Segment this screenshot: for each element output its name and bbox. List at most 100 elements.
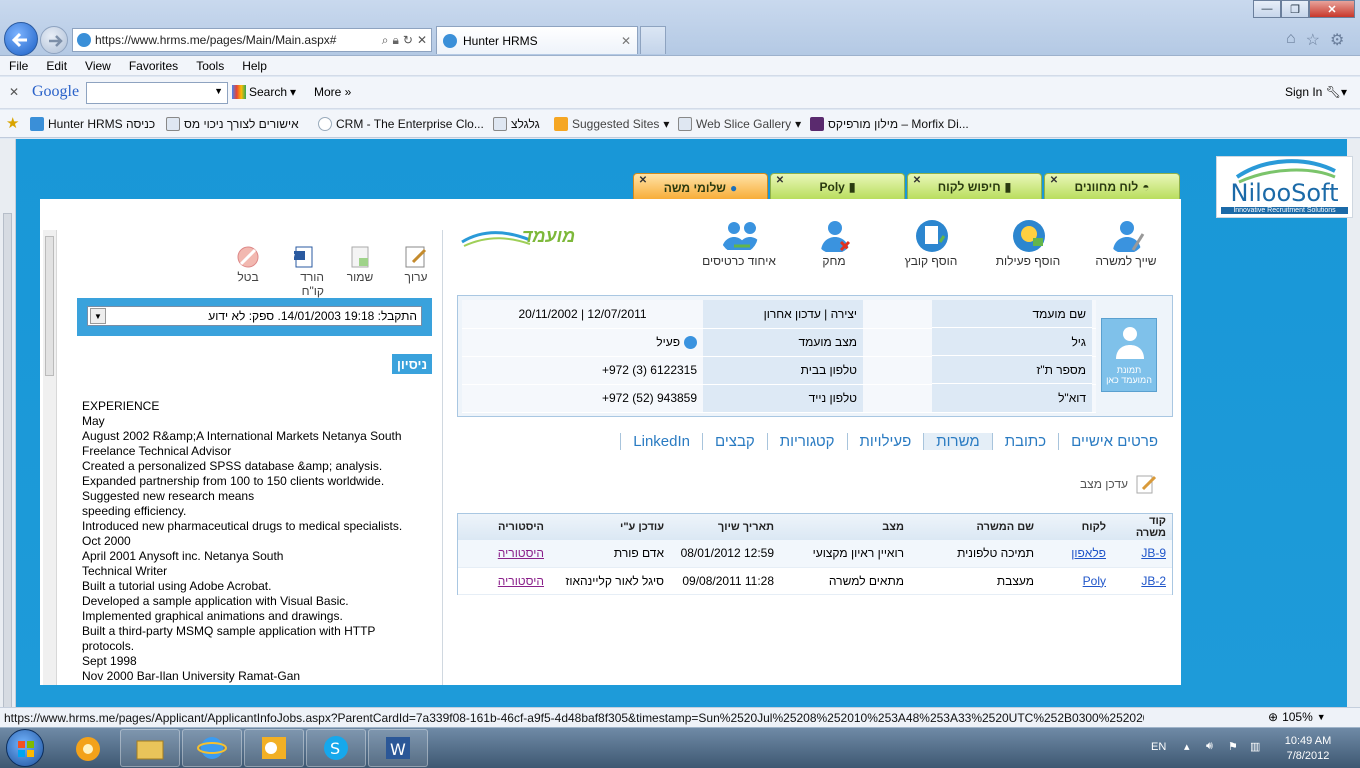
tab-files[interactable]: קבצים	[702, 432, 767, 450]
tab-address[interactable]: כתובת	[991, 432, 1058, 450]
volume-icon[interactable]: 🔊︎	[1206, 740, 1213, 753]
toolbar-close-icon[interactable]: ✕	[9, 85, 19, 99]
cancel-button[interactable]: בטל	[228, 244, 268, 298]
menu-view[interactable]: View	[76, 59, 120, 73]
page-scrollbar-left[interactable]	[0, 139, 16, 713]
language-indicator[interactable]: EN	[1151, 741, 1166, 753]
close-icon[interactable]: ✕	[621, 34, 631, 48]
new-tab-button[interactable]	[640, 26, 666, 54]
job-code-link[interactable]: JB-9	[1112, 540, 1172, 568]
network-icon[interactable]: ▥	[1250, 740, 1260, 753]
dropdown-arrow-icon[interactable]: ▼	[214, 86, 223, 96]
info-label: שם מועמד	[932, 300, 1092, 328]
fav-web-slice-gallery[interactable]: Web Slice Gallery ▾	[678, 116, 801, 132]
tab-dashboard[interactable]: ✕ לוח מחוונים ◓	[1044, 173, 1180, 199]
column-header[interactable]: קוד משרה	[1112, 514, 1172, 540]
sign-in-link[interactable]: Sign In 🔧︎▾	[1285, 85, 1347, 99]
column-header[interactable]: היסטוריה	[458, 514, 550, 540]
favorites-star-icon[interactable]: ★	[6, 114, 19, 132]
back-button[interactable]	[4, 22, 38, 56]
menu-favorites[interactable]: Favorites	[120, 59, 187, 73]
wrench-icon[interactable]: 🔧︎	[1326, 85, 1341, 99]
panel-divider[interactable]	[442, 230, 443, 685]
add-file-button[interactable]: הוסף קובץ	[891, 216, 971, 268]
candidate-photo[interactable]: תמונת המועמד כאן	[1101, 318, 1157, 392]
column-header[interactable]: תאריך שיוך	[670, 514, 780, 540]
dropdown-arrow-icon[interactable]: ▼	[90, 308, 106, 324]
tab-jobs[interactable]: משרות	[923, 432, 992, 450]
gear-icon[interactable]: ⚙	[1330, 30, 1344, 50]
search-icon[interactable]: ⌕	[382, 33, 389, 48]
tab-client-search[interactable]: ✕ חיפוש לקוח ▮	[907, 173, 1042, 199]
merge-cards-button[interactable]: איחוד כרטיסים	[697, 216, 781, 268]
taskbar-ie[interactable]	[182, 729, 242, 767]
flower-app-icon[interactable]	[68, 733, 108, 765]
history-link[interactable]: היסטוריה	[458, 540, 550, 568]
fav-suggested-sites[interactable]: Suggested Sites ▾	[554, 116, 669, 132]
refresh-icon[interactable]: ↻	[403, 33, 413, 47]
update-status-button[interactable]: עדכן מצב	[1080, 473, 1170, 495]
favorites-star-icon[interactable]: ☆	[1306, 30, 1320, 50]
browser-tab[interactable]: Hunter HRMS ✕	[436, 26, 638, 54]
edit-button[interactable]: ערוך	[396, 244, 436, 298]
taskbar-outlook[interactable]	[244, 729, 304, 767]
column-header[interactable]: עודכן ע"י	[550, 514, 670, 540]
fav-crm[interactable]: CRM - The Enterprise Clo...	[318, 116, 484, 132]
job-code-link[interactable]: JB-2	[1112, 567, 1172, 595]
stop-icon[interactable]: ✕	[417, 33, 431, 47]
menu-tools[interactable]: Tools	[187, 59, 233, 73]
taskbar-explorer[interactable]	[120, 729, 180, 767]
close-icon[interactable]: ✕	[1049, 176, 1059, 186]
column-header[interactable]: לקוח	[1040, 514, 1112, 540]
save-button[interactable]: שמור	[340, 244, 380, 298]
clock-date[interactable]: 7/8/2012	[1280, 750, 1336, 762]
home-icon[interactable]: ⌂	[1286, 30, 1296, 50]
fav-morfix[interactable]: מילון מורפיקס – Morfix Di...	[810, 116, 969, 132]
info-label: טלפון נייד	[703, 384, 864, 413]
tab-linkedin[interactable]: LinkedIn	[620, 432, 702, 450]
column-header[interactable]: שם המשרה	[910, 514, 1040, 540]
tray-arrow-icon[interactable]: ▴	[1184, 740, 1190, 753]
start-button[interactable]	[6, 729, 44, 767]
taskbar-word[interactable]: W	[368, 729, 428, 767]
close-icon[interactable]: ✕	[912, 176, 922, 186]
tab-categories[interactable]: קטגוריות	[766, 432, 847, 450]
forward-button[interactable]	[40, 26, 68, 54]
tab-activities[interactable]: פעילויות	[846, 432, 924, 450]
fav-galgalatz[interactable]: גלגלצ	[493, 116, 540, 132]
cv-version-select[interactable]: ▼ התקבל: 19:18 14/01/2003. ספק: לא ידוע	[87, 306, 422, 326]
more-button[interactable]: More »	[314, 85, 351, 99]
client-link[interactable]: פלאפון	[1040, 540, 1112, 568]
maximize-button[interactable]: ❐	[1281, 0, 1309, 18]
page-scrollbar-right[interactable]	[1347, 139, 1360, 707]
tab-personal-details[interactable]: פרטים אישיים	[1058, 432, 1170, 450]
dropdown-arrow-icon[interactable]: ▼	[1317, 712, 1326, 722]
column-header[interactable]: מצב	[780, 514, 910, 540]
download-cv-button[interactable]: W הורד קו"ח	[284, 244, 324, 298]
assign-to-job-button[interactable]: שייך למשרה	[1086, 216, 1166, 268]
menu-file[interactable]: File	[0, 59, 37, 73]
menu-help[interactable]: Help	[233, 59, 276, 73]
taskbar-skype[interactable]: S	[306, 729, 366, 767]
client-link[interactable]: Poly	[1040, 567, 1112, 595]
flag-icon[interactable]: ⚑	[1228, 740, 1238, 753]
left-panel-scrollbar[interactable]	[43, 230, 57, 685]
google-search-button[interactable]: Search ▾	[232, 85, 296, 99]
zoom-control[interactable]: ⊕ 105% ▼	[1268, 709, 1348, 725]
fav-hunter-hrms[interactable]: Hunter HRMS כניסה	[30, 116, 155, 132]
delete-button[interactable]: מחק	[794, 216, 874, 268]
close-icon[interactable]: ✕	[638, 176, 648, 186]
window-close-button[interactable]: ✕	[1309, 0, 1355, 18]
fav-tax-approvals[interactable]: אישורים לצורך ניכוי מס	[166, 116, 299, 132]
info-label: מספר ת"ז	[932, 356, 1092, 384]
tab-poly[interactable]: ✕ Poly ▮	[770, 173, 905, 199]
menu-edit[interactable]: Edit	[37, 59, 76, 73]
history-link[interactable]: היסטוריה	[458, 567, 550, 595]
address-bar[interactable]: https://www.hrms.me/pages/Main/Main.aspx…	[72, 28, 432, 52]
google-search-input[interactable]: ▼	[86, 82, 228, 104]
minimize-button[interactable]: —	[1253, 0, 1281, 18]
tab-candidate-shlomi[interactable]: ✕ שלומי משה ●	[633, 173, 768, 201]
add-activity-button[interactable]: הוסף פעילות	[988, 216, 1068, 268]
clock-time[interactable]: 10:49 AM	[1280, 735, 1336, 747]
close-icon[interactable]: ✕	[775, 176, 785, 186]
